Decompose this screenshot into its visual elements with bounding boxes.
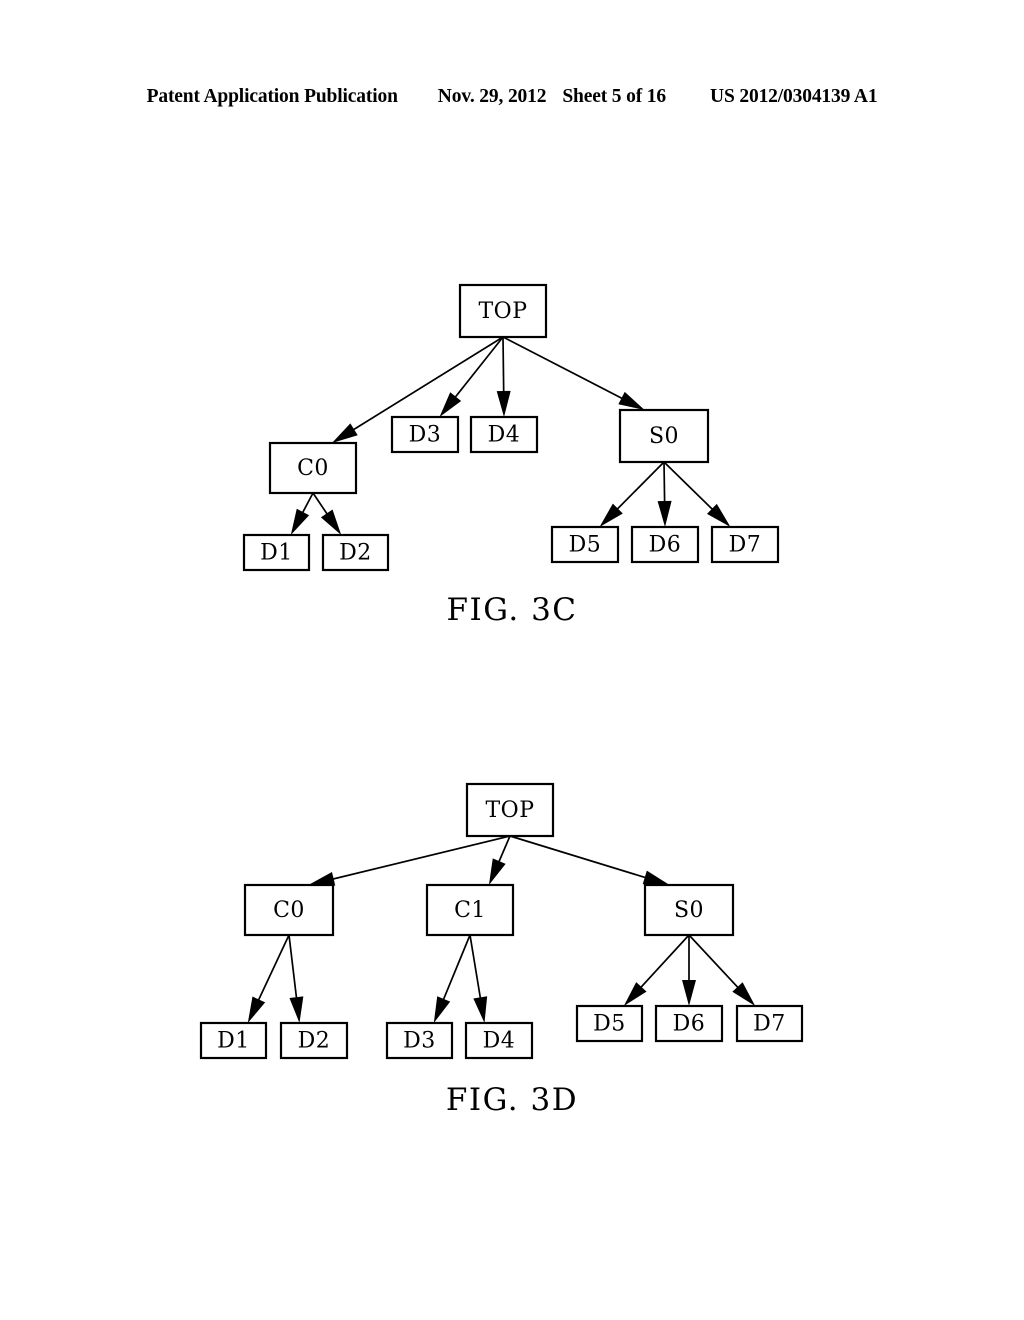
node-d6: D6	[654, 1004, 724, 1043]
node-label-d1: D1	[260, 541, 293, 566]
node-label-d3: D3	[409, 423, 442, 448]
node-label-d6: D6	[649, 533, 682, 558]
node-label-d7: D7	[753, 1012, 786, 1037]
edge-c1-to-d4	[469, 934, 488, 1023]
node-label-d5: D5	[569, 533, 602, 558]
node-s0: S0	[618, 408, 710, 464]
edge-c0-to-d2	[312, 492, 342, 535]
node-top: TOP	[458, 283, 548, 339]
edge-s0-to-d7	[663, 461, 731, 527]
node-label-d2: D2	[298, 1029, 331, 1054]
node-label-d1: D1	[217, 1029, 250, 1054]
node-d4: D4	[469, 415, 539, 454]
node-label-d4: D4	[483, 1029, 516, 1054]
edge-c1-to-d3	[433, 934, 471, 1023]
node-d6: D6	[630, 525, 700, 564]
node-label-s0: S0	[649, 424, 679, 449]
node-c1: C1	[425, 883, 515, 937]
node-label-d6: D6	[673, 1012, 706, 1037]
node-d1: D1	[242, 533, 311, 572]
node-label-d5: D5	[593, 1012, 626, 1037]
header-sheet-number: Sheet 5 of 16	[562, 86, 667, 107]
node-label-s0: S0	[674, 898, 704, 923]
figure-3c-caption: FIG. 3C	[446, 592, 578, 628]
node-d3: D3	[390, 415, 460, 454]
edge-c0-to-d1	[290, 492, 314, 535]
node-d4: D4	[464, 1021, 534, 1060]
node-d7: D7	[735, 1004, 804, 1043]
node-label-d4: D4	[488, 423, 521, 448]
edge-top-to-s0	[502, 336, 645, 410]
edge-c0-to-d2	[288, 934, 304, 1023]
header-publication-date: Nov. 29, 2012	[437, 86, 547, 107]
node-label-top: TOP	[478, 299, 527, 324]
node-d7: D7	[710, 525, 780, 564]
node-c0: C0	[243, 883, 335, 937]
node-top: TOP	[465, 782, 555, 838]
node-label-c1: C1	[454, 898, 486, 923]
node-label-top: TOP	[485, 798, 534, 823]
node-d2: D2	[279, 1021, 349, 1060]
header-publication-title: Patent Application Publication	[146, 86, 398, 107]
node-d2: D2	[321, 533, 390, 572]
figure-3c-diagram: TOP D3 D4 S0 C0 D1 D2 D5 D6 D7	[242, 283, 780, 572]
edge-top-to-s0	[509, 835, 670, 885]
edge-top-to-d4	[496, 336, 511, 417]
edge-top-to-c1	[488, 835, 511, 885]
edge-s0-to-d5	[623, 934, 690, 1006]
node-d1: D1	[199, 1021, 268, 1060]
header-patent-number: US 2012/0304139 A1	[710, 86, 878, 107]
node-s0: S0	[643, 883, 735, 937]
edge-s0-to-d7	[688, 934, 756, 1006]
node-label-c0: C0	[273, 898, 305, 923]
node-d5: D5	[550, 525, 620, 564]
edge-s0-to-d6	[682, 935, 696, 1006]
figure-3d-caption: FIG. 3D	[445, 1082, 579, 1118]
edge-s0-to-d5	[599, 461, 665, 527]
edge-s0-to-d6	[657, 461, 672, 527]
figure-3d-diagram: TOP C0 C1 S0 D1 D2 D3 D4 D5 D6 D7	[199, 782, 804, 1060]
figure-3d: TOP C0 C1 S0 D1 D2 D3 D4 D5 D6 D7 FIG. 3D	[0, 760, 1024, 1140]
node-c0: C0	[268, 441, 358, 495]
patent-header: Patent Application Publication Nov. 29, …	[0, 86, 1024, 112]
node-label-d3: D3	[403, 1029, 436, 1054]
figure-3c: TOP D3 D4 S0 C0 D1 D2 D5 D6 D7 FIG. 3C	[0, 260, 1024, 630]
node-label-c0: C0	[297, 456, 329, 481]
node-d3: D3	[385, 1021, 454, 1060]
node-label-d2: D2	[339, 541, 372, 566]
edge-c0-to-d1	[247, 934, 290, 1023]
edge-top-to-d3	[439, 336, 504, 417]
node-d5: D5	[575, 1004, 644, 1043]
edge-top-to-c0	[308, 835, 511, 886]
node-label-d7: D7	[729, 533, 762, 558]
